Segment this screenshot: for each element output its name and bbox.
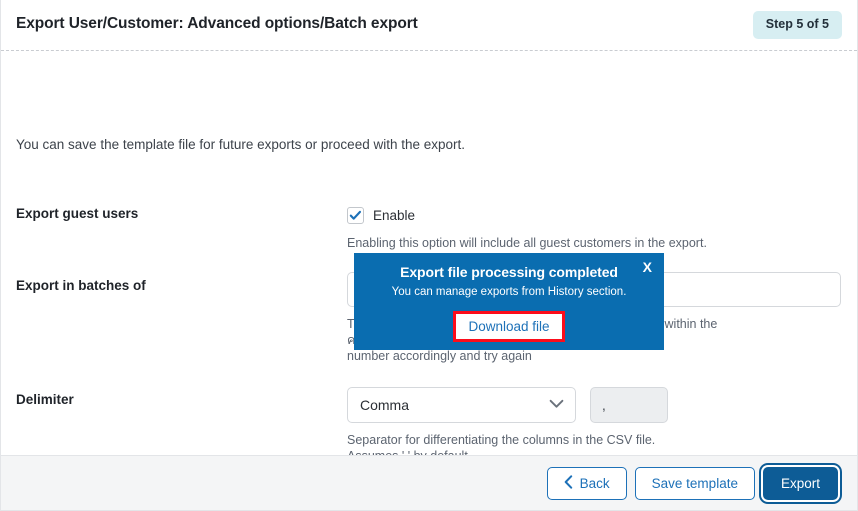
export-wizard-page: Export User/Customer: Advanced options/B… (0, 0, 858, 511)
form-body: You can save the template file for futur… (0, 51, 858, 455)
back-button-label: Back (579, 475, 610, 491)
delimiter-select[interactable]: Comma (347, 387, 576, 423)
close-icon[interactable]: X (639, 258, 656, 276)
back-button[interactable]: Back (546, 466, 627, 500)
delimiter-character-input[interactable] (590, 387, 668, 423)
checkbox-label-enable[interactable]: Enable (373, 208, 415, 223)
save-template-button[interactable]: Save template (634, 466, 755, 500)
popup-subtitle: You can manage exports from History sect… (391, 286, 627, 298)
download-file-highlight: Download file (453, 311, 565, 342)
helper-delimiter-line2: Assumes ',' by default. (347, 448, 471, 455)
popup-title: Export file processing completed (400, 264, 618, 280)
page-title: Export User/Customer: Advanced options/B… (16, 15, 418, 32)
wizard-footer: Back Save template Export (0, 455, 858, 511)
export-button[interactable]: Export (762, 466, 838, 500)
label-delimiter: Delimiter (16, 392, 74, 407)
step-badge: Step 5 of 5 (752, 11, 842, 39)
delimiter-select-value: Comma (360, 397, 410, 413)
page-header: Export User/Customer: Advanced options/B… (0, 0, 858, 51)
export-completed-popup: Export file processing completed You can… (354, 253, 664, 350)
helper-export-guest-users: Enabling this option will include all gu… (347, 236, 707, 250)
download-file-link[interactable]: Download file (468, 319, 549, 334)
helper-delimiter-line1: Separator for differentiating the column… (347, 433, 656, 447)
helper-batch-size-line3: number accordingly and try again (347, 349, 532, 363)
export-guest-users-checkbox-row[interactable]: Enable (347, 207, 415, 224)
export-button-label: Export (780, 475, 820, 491)
checkbox-checked-icon[interactable] (347, 207, 364, 224)
chevron-left-icon (564, 474, 573, 492)
label-export-guest-users: Export guest users (16, 206, 139, 221)
label-export-in-batches-of: Export in batches of (16, 278, 146, 293)
save-template-button-label: Save template (651, 475, 738, 491)
intro-text: You can save the template file for futur… (16, 137, 466, 152)
